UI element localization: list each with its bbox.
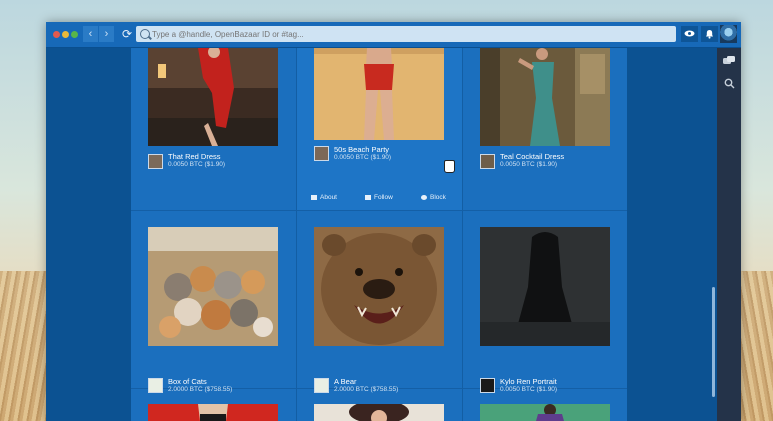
- user-avatar[interactable]: [720, 25, 737, 43]
- listing-title[interactable]: 50s Beach Party: [334, 145, 389, 154]
- follow-button[interactable]: Follow: [365, 194, 393, 201]
- listing-image[interactable]: [148, 48, 278, 146]
- listing-image[interactable]: [480, 227, 610, 346]
- forward-button[interactable]: ›: [99, 26, 114, 42]
- top-toolbar: ‹ › ⟳: [46, 22, 741, 48]
- listing-image[interactable]: [148, 404, 278, 421]
- listing-image[interactable]: [314, 404, 444, 421]
- listing-card[interactable]: [463, 389, 627, 421]
- block-icon: [421, 194, 427, 200]
- maximize-window-button[interactable]: [71, 31, 78, 38]
- listing-card[interactable]: Box of Cats 2.0000 BTC ($758.55): [131, 211, 296, 393]
- right-side-panel: [717, 48, 741, 421]
- listing-title[interactable]: Teal Cocktail Dress: [500, 152, 564, 161]
- listing-title[interactable]: A Bear: [334, 377, 357, 386]
- listing-card[interactable]: Teal Cocktail Dress 0.0050 BTC ($1.90): [463, 48, 627, 210]
- minimize-window-button[interactable]: [62, 31, 69, 38]
- about-button[interactable]: About: [311, 194, 337, 201]
- about-label: About: [320, 194, 337, 201]
- follow-icon: [365, 194, 371, 200]
- bell-icon[interactable]: [701, 26, 718, 42]
- listing-card[interactable]: 50s Beach Party 0.0050 BTC ($1.90) About…: [297, 48, 462, 210]
- address-bar[interactable]: [136, 26, 676, 42]
- listing-card[interactable]: [131, 389, 296, 421]
- listing-title[interactable]: Kylo Ren Portrait: [500, 377, 557, 386]
- app-window: ‹ › ⟳ Type a @handle, OpenBazaar ID or #…: [46, 22, 741, 421]
- search-icon[interactable]: [722, 78, 736, 92]
- follow-label: Follow: [374, 194, 393, 201]
- refresh-button[interactable]: ⟳: [119, 26, 135, 42]
- listing-price: 0.0050 BTC ($1.90): [168, 161, 226, 168]
- scrollbar-thumb[interactable]: [712, 287, 715, 397]
- listing-image[interactable]: [480, 404, 610, 421]
- listing-grid: That Red Dress 0.0050 BTC ($1.90) 50s Be…: [131, 48, 627, 421]
- search-icon: [140, 29, 150, 39]
- listing-title[interactable]: Box of Cats: [168, 377, 207, 386]
- listing-card[interactable]: A Bear 2.0000 BTC ($758.55): [297, 211, 462, 393]
- seller-avatar[interactable]: [480, 154, 495, 169]
- seller-avatar[interactable]: [148, 154, 163, 169]
- listing-image[interactable]: [148, 227, 278, 346]
- block-label: Block: [430, 194, 446, 201]
- info-icon: [311, 194, 317, 200]
- listing-image[interactable]: [314, 227, 444, 346]
- listing-image[interactable]: [314, 48, 444, 140]
- back-button[interactable]: ‹: [83, 26, 98, 42]
- seller-avatar[interactable]: [314, 146, 329, 161]
- listing-price: 0.0050 BTC ($1.90): [334, 154, 392, 161]
- listing-title[interactable]: That Red Dress: [168, 152, 221, 161]
- eye-icon[interactable]: [681, 26, 698, 42]
- left-margin: [46, 48, 131, 421]
- block-button[interactable]: Block: [421, 194, 446, 201]
- hand-cursor-icon: [444, 160, 455, 173]
- address-input[interactable]: [152, 26, 667, 42]
- listing-image[interactable]: [480, 48, 610, 146]
- listing-card[interactable]: That Red Dress 0.0050 BTC ($1.90): [131, 48, 296, 210]
- close-window-button[interactable]: [53, 31, 60, 38]
- chat-icon[interactable]: [722, 56, 736, 70]
- listing-card[interactable]: Kylo Ren Portrait 0.0050 BTC ($1.90): [463, 211, 627, 393]
- listing-price: 0.0050 BTC ($1.90): [500, 161, 558, 168]
- right-margin: [627, 48, 709, 421]
- listing-card[interactable]: [297, 389, 462, 421]
